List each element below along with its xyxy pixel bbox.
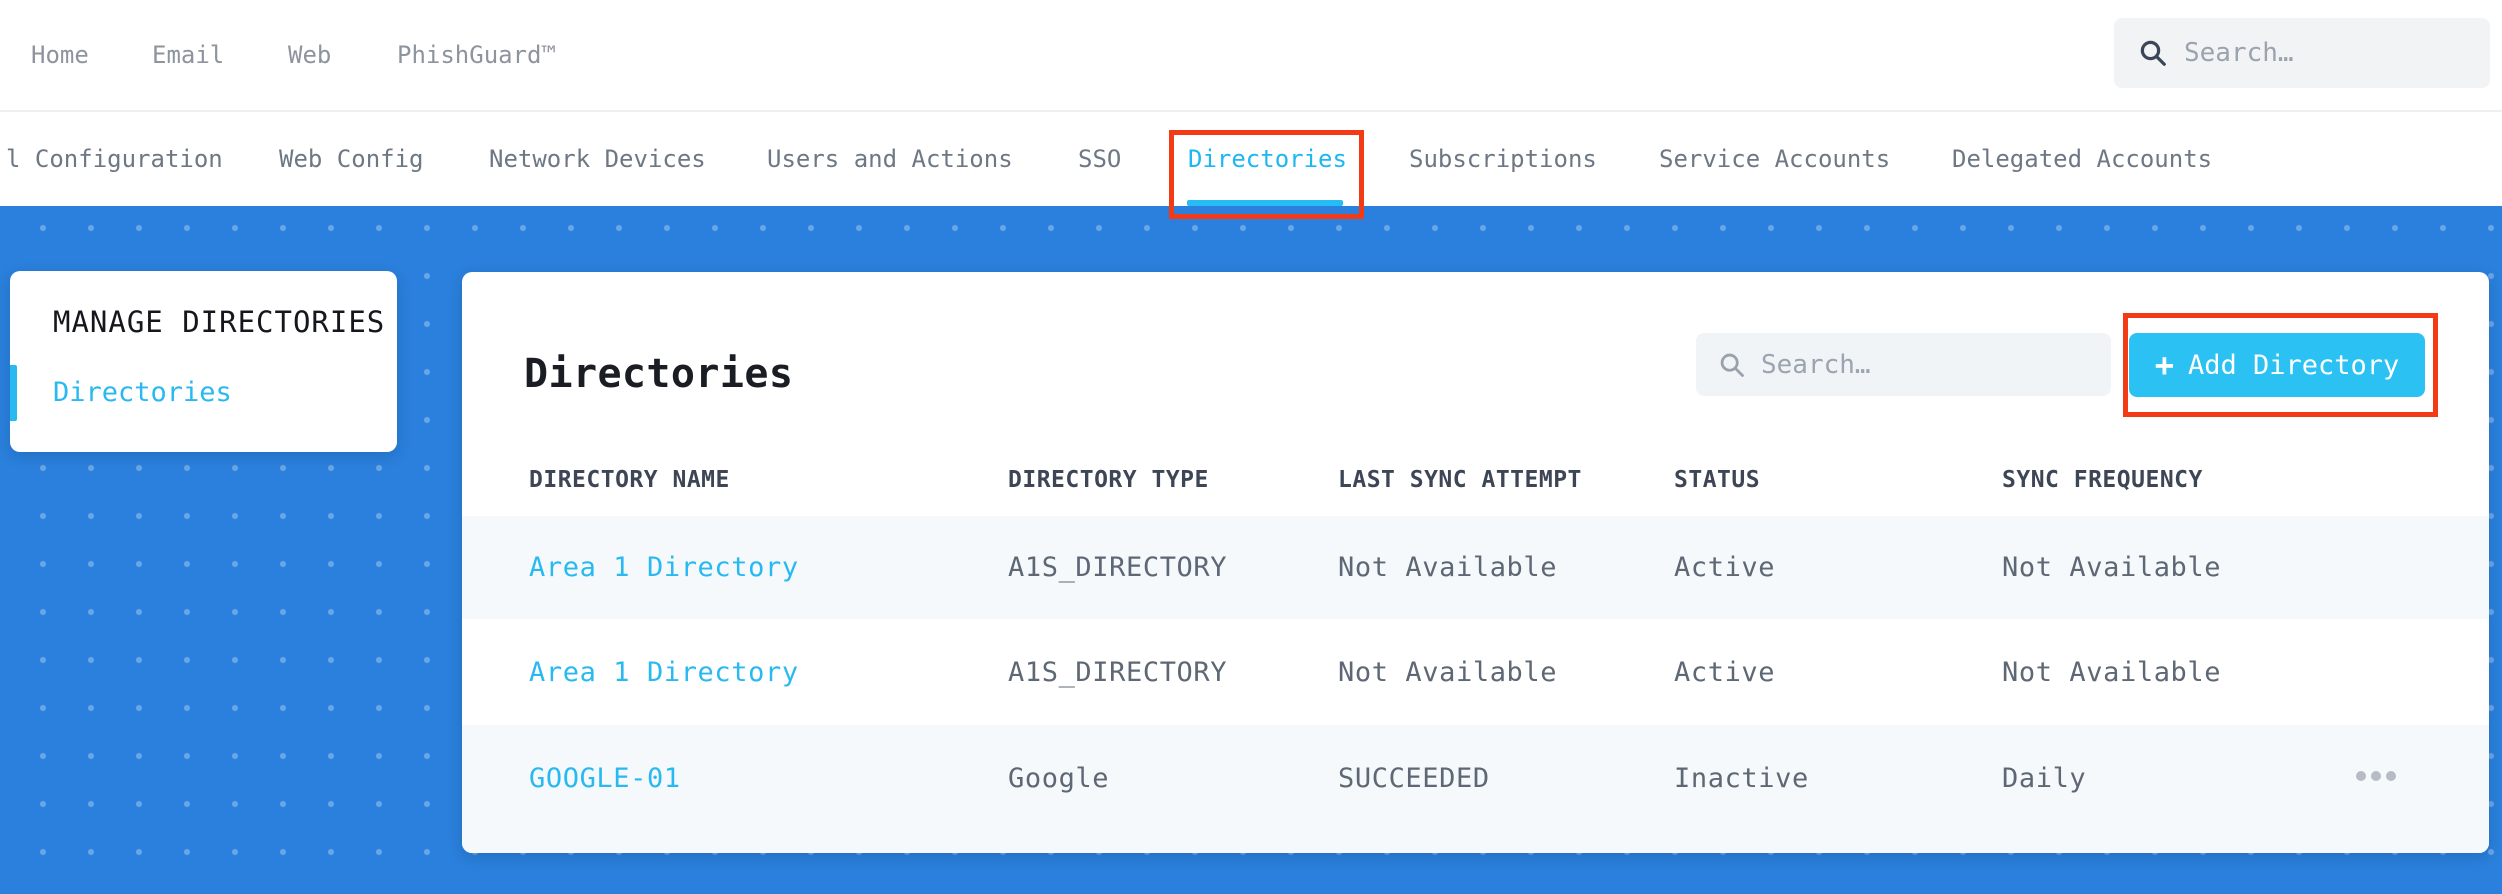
col-directory-type: DIRECTORY TYPE <box>1008 466 1209 493</box>
tab-network-devices[interactable]: Network Devices <box>489 112 706 206</box>
table-row: Area 1 Directory A1S_DIRECTORY Not Avail… <box>462 516 2489 619</box>
ellipsis-icon <box>2385 771 2396 781</box>
directories-search-box[interactable] <box>1696 333 2111 396</box>
sidebar-heading: MANAGE DIRECTORIES <box>53 305 386 339</box>
status-cell: Inactive <box>1674 763 1809 794</box>
table-row: GOOGLE-01 Google SUCCEEDED Inactive Dail… <box>462 725 2489 853</box>
tab-web-config[interactable]: Web Config <box>279 112 424 206</box>
annotation-box-add-directory-button <box>2123 313 2438 417</box>
col-sync-frequency: SYNC FREQUENCY <box>2002 466 2203 493</box>
directory-type-cell: Google <box>1008 763 1110 794</box>
ellipsis-icon <box>2355 771 2366 781</box>
tab-users-and-actions[interactable]: Users and Actions <box>767 112 1013 206</box>
last-sync-cell: SUCCEEDED <box>1338 763 1490 794</box>
directory-type-cell: A1S_DIRECTORY <box>1008 552 1228 583</box>
sync-frequency-cell: Not Available <box>2002 552 2222 583</box>
ellipsis-icon <box>2370 771 2381 781</box>
col-status: STATUS <box>1674 466 1761 493</box>
tab-delegated-accounts[interactable]: Delegated Accounts <box>1952 112 2212 206</box>
directory-name-link[interactable]: GOOGLE-01 <box>529 763 1008 794</box>
table-row: Area 1 Directory A1S_DIRECTORY Not Avail… <box>462 619 2489 725</box>
table-header-row: DIRECTORY NAME DIRECTORY TYPE LAST SYNC … <box>462 443 2489 516</box>
directories-table: DIRECTORY NAME DIRECTORY TYPE LAST SYNC … <box>462 443 2489 853</box>
tab-subscriptions[interactable]: Subscriptions <box>1409 112 1597 206</box>
page-title: Directories <box>524 351 794 397</box>
primary-navbar: Home Email Web PhishGuard™ <box>0 0 2502 112</box>
row-menu-button[interactable] <box>2348 763 2404 789</box>
last-sync-cell: Not Available <box>1338 552 1558 583</box>
directory-name-link[interactable]: Area 1 Directory <box>529 657 1008 688</box>
last-sync-cell: Not Available <box>1338 656 1558 688</box>
directories-search-input[interactable] <box>1761 349 2061 380</box>
tab-service-accounts[interactable]: Service Accounts <box>1659 112 1890 206</box>
global-search-input[interactable] <box>2184 38 2464 68</box>
col-directory-name: DIRECTORY NAME <box>529 466 730 493</box>
sync-frequency-cell: Daily <box>2002 763 2087 794</box>
annotation-box-directories-tab <box>1169 130 1364 219</box>
tab-sso[interactable]: SSO <box>1078 112 1121 206</box>
sidebar-item-directories[interactable]: Directories <box>10 365 397 421</box>
manage-directories-panel: MANAGE DIRECTORIES Directories <box>10 271 397 452</box>
global-search-box[interactable] <box>2114 18 2490 88</box>
sync-frequency-cell: Not Available <box>2002 656 2222 688</box>
nav-item-web[interactable]: Web <box>288 0 331 110</box>
directory-type-cell: A1S_DIRECTORY <box>1008 656 1228 688</box>
search-icon <box>1720 353 1744 377</box>
sidebar-item-label: Directories <box>53 377 232 408</box>
tab-email-configuration[interactable]: l Configuration <box>6 112 223 206</box>
nav-item-phishguard[interactable]: PhishGuard™ <box>397 0 556 110</box>
row-actions <box>2329 763 2422 789</box>
search-icon <box>2140 40 2166 66</box>
nav-item-home[interactable]: Home <box>31 0 89 110</box>
col-last-sync-attempt: LAST SYNC ATTEMPT <box>1338 466 1582 493</box>
status-cell: Active <box>1674 552 1776 583</box>
active-item-indicator <box>10 365 17 421</box>
status-cell: Active <box>1674 656 1776 688</box>
nav-item-email[interactable]: Email <box>152 0 224 110</box>
directory-name-link[interactable]: Area 1 Directory <box>529 552 1008 583</box>
